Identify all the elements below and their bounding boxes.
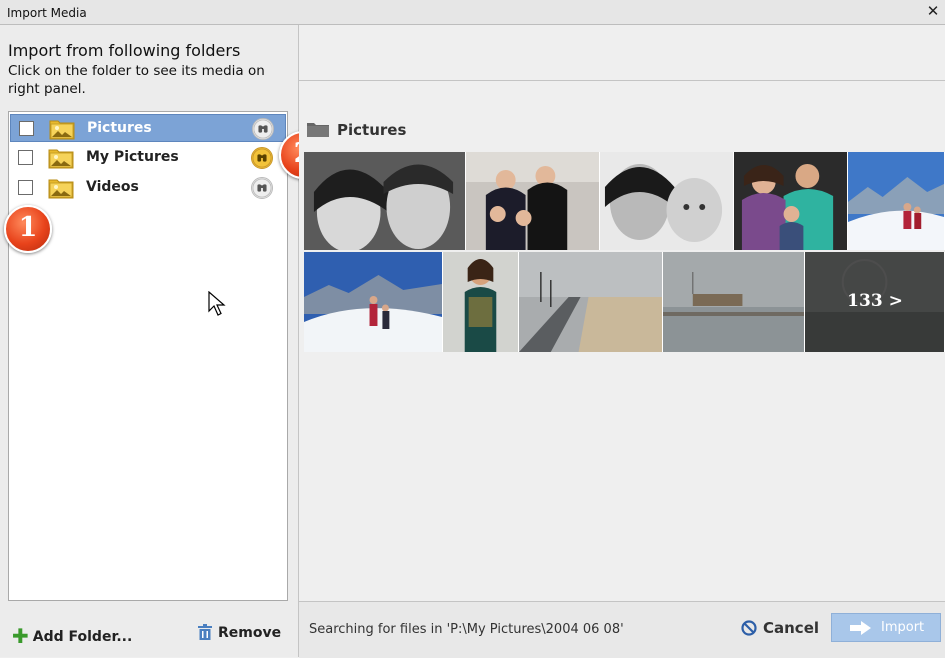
status-text: Searching for files in 'P:\My Pictures\2… [309, 622, 624, 637]
close-icon[interactable]: ✕ [925, 3, 941, 19]
photo-thumbnail[interactable] [734, 152, 848, 250]
binoculars-icon[interactable] [251, 147, 273, 169]
folder-row-pictures[interactable]: Pictures [10, 114, 286, 142]
folder-panel: Import from following folders Click on t… [0, 25, 299, 657]
panel-heading: Import from following folders [8, 41, 241, 60]
binoculars-icon[interactable] [252, 118, 274, 140]
picture-folder-icon [48, 149, 74, 169]
callout-badge-1: 1 [4, 205, 52, 253]
folder-checkbox[interactable] [18, 150, 33, 165]
more-photos-link[interactable]: 133 > [805, 291, 945, 311]
folder-row-videos[interactable]: Videos [10, 174, 286, 202]
photo-thumbnail[interactable] [304, 252, 443, 352]
panel-instructions: Click on the folder to see its media on … [8, 63, 265, 97]
remove-label: Remove [218, 625, 282, 641]
cancel-label: Cancel [763, 619, 820, 637]
folder-label: Videos [86, 179, 139, 195]
folder-row-my-pictures[interactable]: My Pictures [10, 144, 286, 172]
preview-folder-label: Pictures [337, 121, 407, 139]
binoculars-icon[interactable] [251, 177, 273, 199]
photo-thumbnail[interactable] [519, 252, 663, 352]
picture-folder-icon [49, 120, 75, 140]
title-bar: Import Media ✕ [0, 0, 945, 25]
window-title: Import Media [7, 6, 87, 20]
photo-thumbnail[interactable] [466, 152, 600, 250]
folder-list: Pictures My Pictures Videos [8, 111, 288, 601]
dialog-footer: Searching for files in 'P:\My Pictures\2… [299, 601, 945, 658]
photo-thumbnail[interactable] [600, 152, 734, 250]
media-preview-panel: Pictures 133 > [299, 25, 945, 601]
cancel-icon [741, 620, 757, 636]
preview-header-band [299, 25, 945, 81]
add-folder-label: Add Folder... [32, 629, 133, 645]
mouse-cursor-icon [208, 291, 226, 316]
folder-icon [307, 123, 329, 137]
photo-thumbnail[interactable] [304, 152, 466, 250]
photo-thumbnail[interactable] [848, 152, 945, 250]
arrow-right-icon [850, 621, 871, 635]
import-button[interactable]: Import [831, 613, 941, 642]
folder-label: Pictures [87, 120, 152, 136]
trash-icon [198, 624, 212, 640]
folder-checkbox[interactable] [19, 121, 34, 136]
preview-folder-title: Pictures [307, 121, 406, 139]
add-folder-button[interactable]: ✚ Add Folder... [12, 624, 132, 648]
plus-icon: ✚ [12, 624, 29, 648]
cancel-button[interactable]: Cancel [741, 619, 819, 637]
photo-thumbnail[interactable] [663, 252, 805, 352]
import-label: Import [881, 620, 925, 635]
photo-thumbnail[interactable] [443, 252, 519, 352]
folder-checkbox[interactable] [18, 180, 33, 195]
remove-button[interactable]: Remove [198, 624, 281, 641]
picture-folder-icon [48, 179, 74, 199]
folder-label: My Pictures [86, 149, 179, 165]
folder-panel-actions: ✚ Add Folder... Remove [0, 609, 298, 657]
